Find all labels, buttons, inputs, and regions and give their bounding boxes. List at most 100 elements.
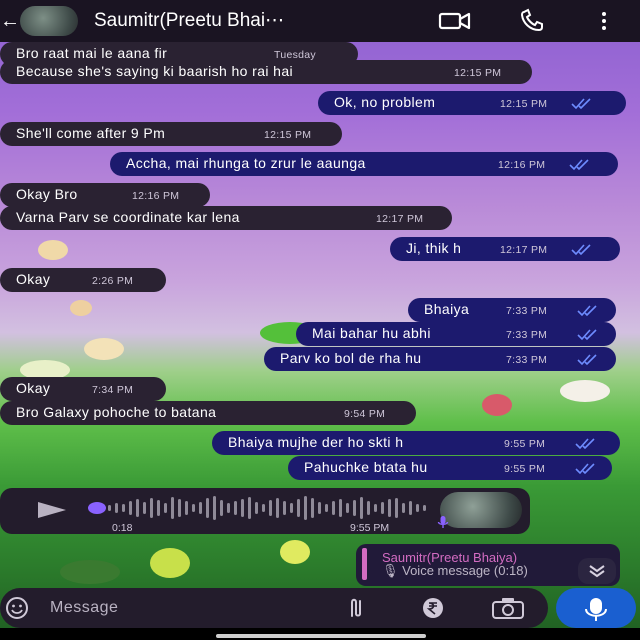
waveform-bar: [374, 504, 377, 512]
incoming-message[interactable]: Because she's saying ki baarish ho rai h…: [0, 60, 532, 84]
message-time: 12:17 PM: [376, 213, 424, 225]
record-voice-button[interactable]: [556, 588, 636, 628]
mic-icon: [585, 598, 607, 621]
message-input[interactable]: [50, 596, 310, 620]
read-receipt-icon: [577, 329, 597, 341]
outgoing-message[interactable]: Pahuchke btata hu 9:55 PM: [288, 456, 612, 480]
message-text: Ji, thik h: [406, 240, 462, 256]
rupee-payment-icon[interactable]: [414, 596, 452, 620]
read-receipt-icon: [577, 305, 597, 317]
paperclip-icon[interactable]: [344, 596, 368, 620]
message-time: 7:34 PM: [92, 384, 134, 396]
outgoing-message[interactable]: Bhaiya 7:33 PM: [408, 298, 616, 322]
voice-waveform[interactable]: [108, 495, 428, 521]
waveform-bar: [416, 504, 419, 512]
read-receipt-icon: [571, 98, 591, 110]
message-text: Bro raat mai le aana fir: [16, 45, 168, 61]
message-text: Okay: [16, 380, 51, 396]
waveform-bar: [346, 503, 349, 513]
waveform-bar: [290, 503, 293, 513]
message-time: 7:33 PM: [506, 354, 548, 366]
outgoing-message[interactable]: Mai bahar hu abhi 7:33 PM: [296, 322, 616, 346]
camera-icon[interactable]: [488, 596, 528, 620]
message-text: Bhaiya: [424, 301, 470, 317]
message-time: 12:15 PM: [264, 129, 312, 141]
waveform-bar: [150, 498, 153, 518]
waveform-bar: [143, 502, 146, 514]
message-text: Accha, mai rhunga to zrur le aaunga: [126, 155, 366, 171]
scroll-down-button[interactable]: [578, 558, 616, 584]
message-time: 9:54 PM: [344, 408, 386, 420]
voice-duration: 0:18: [112, 522, 133, 534]
waveform-bar: [199, 502, 202, 514]
message-text: She'll come after 9 Pm: [16, 125, 166, 141]
waveform-bar: [157, 500, 160, 516]
waveform-bar: [255, 502, 258, 514]
emoji-icon[interactable]: [4, 596, 30, 620]
waveform-bar: [122, 504, 125, 512]
message-text: Mai bahar hu abhi: [312, 325, 431, 341]
incoming-message[interactable]: Varna Parv se coordinate kar lena 12:17 P…: [0, 206, 452, 230]
outgoing-message[interactable]: Ji, thik h 12:17 PM: [390, 237, 620, 261]
message-time: 7:33 PM: [506, 329, 548, 341]
voice-sender-avatar: [440, 492, 522, 528]
incoming-message[interactable]: Okay 2:26 PM: [0, 268, 166, 292]
outgoing-message[interactable]: Accha, mai rhunga to zrur le aaunga 12:16…: [110, 152, 618, 176]
message-text: Varna Parv se coordinate kar lena: [16, 209, 240, 225]
message-text: Okay Bro: [16, 186, 78, 202]
waveform-bar: [402, 503, 405, 513]
message-time: 12:16 PM: [132, 190, 180, 202]
waveform-bar: [227, 503, 230, 513]
waveform-bar: [115, 503, 118, 513]
double-chevron-down-icon: [589, 565, 605, 578]
incoming-message[interactable]: She'll come after 9 Pm 12:15 PM: [0, 122, 342, 146]
message-text: Ok, no problem: [334, 94, 436, 110]
reply-accent-bar: [362, 548, 367, 580]
waveform-bar: [423, 505, 426, 511]
outgoing-message[interactable]: Parv ko bol de rha hu 7:33 PM: [264, 347, 616, 371]
message-text: Okay: [16, 271, 51, 287]
waveform-bar: [171, 497, 174, 519]
waveform-bar: [283, 501, 286, 515]
message-text: Because she's saying ki baarish ho rai h…: [16, 63, 294, 79]
message-time: 12:17 PM: [500, 244, 548, 256]
message-text: Bhaiya mujhe der ho skti h: [228, 434, 404, 450]
reply-subtitle: 🎙 Voice message (0:18): [382, 563, 528, 578]
mic-icon: [437, 516, 449, 528]
waveform-bar: [164, 503, 167, 513]
outgoing-message[interactable]: Bhaiya mujhe der ho skti h 9:55 PM: [212, 431, 620, 455]
message-time: 7:33 PM: [506, 305, 548, 317]
incoming-message[interactable]: Bro Galaxy pohoche to batana 9:54 PM: [0, 401, 416, 425]
waveform-bar: [248, 497, 251, 519]
waveform-bar: [192, 504, 195, 512]
message-time: 12:16 PM: [498, 159, 546, 171]
outgoing-message[interactable]: Ok, no problem 12:15 PM: [318, 91, 626, 115]
message-text: Parv ko bol de rha hu: [280, 350, 422, 366]
waveform-bar: [388, 499, 391, 517]
waveform-bar: [206, 498, 209, 518]
waveform-bar: [318, 502, 321, 514]
waveform-bar: [311, 498, 314, 518]
waveform-bar: [297, 499, 300, 517]
waveform-bar: [276, 498, 279, 518]
incoming-message[interactable]: Okay Bro 12:16 PM: [0, 183, 210, 207]
waveform-bar: [395, 498, 398, 518]
waveform-bar: [108, 505, 111, 511]
waveform-bar: [185, 501, 188, 515]
waveform-bar: [367, 501, 370, 515]
message-time: 2:26 PM: [92, 275, 134, 287]
waveform-bar: [304, 496, 307, 520]
playback-position-dot[interactable]: [88, 502, 106, 514]
home-indicator[interactable]: [216, 634, 426, 638]
read-receipt-icon: [575, 438, 595, 450]
play-icon[interactable]: [36, 501, 68, 519]
waveform-bar: [136, 499, 139, 517]
waveform-bar: [241, 499, 244, 517]
message-time: 12:15 PM: [500, 98, 548, 110]
waveform-bar: [269, 500, 272, 516]
incoming-message[interactable]: Okay 7:34 PM: [0, 377, 166, 401]
read-receipt-icon: [571, 244, 591, 256]
voice-timestamp: 9:55 PM: [350, 522, 390, 534]
message-time: 9:55 PM: [504, 463, 546, 475]
waveform-bar: [213, 496, 216, 520]
